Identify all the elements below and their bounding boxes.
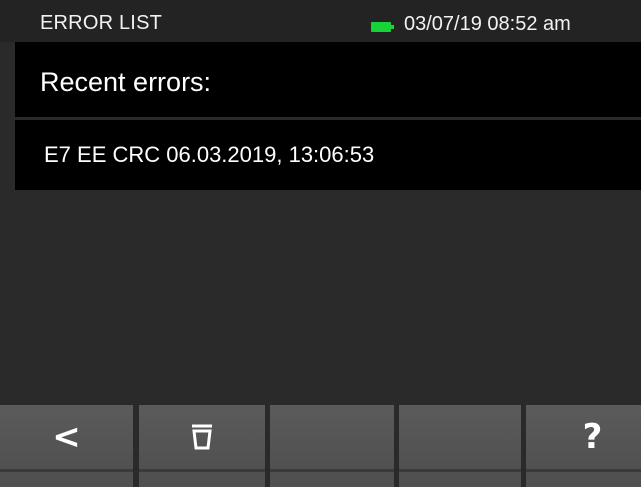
chevron-left-icon: <	[52, 417, 81, 457]
error-text: E7 EE CRC 06.03.2019, 13:06:53	[44, 142, 375, 167]
page-title: Recent errors:	[40, 67, 212, 97]
toolbar: < ?	[0, 405, 641, 487]
status-datetime: 03/07/19 08:52 am	[404, 13, 571, 35]
error-list: E7 EE CRC 06.03.2019, 13:06:53	[15, 120, 641, 190]
battery-full-icon	[371, 22, 395, 32]
toolbar-button-3[interactable]	[270, 405, 394, 487]
status-title: ERROR LIST	[40, 12, 163, 34]
error-list-item[interactable]: E7 EE CRC 06.03.2019, 13:06:53	[15, 120, 641, 190]
back-button[interactable]: <	[0, 405, 133, 487]
status-bar: ERROR LIST 03/07/19 08:52 am	[0, 0, 641, 42]
screen: ERROR LIST 03/07/19 08:52 am Recent erro…	[0, 0, 641, 487]
toolbar-button-4[interactable]	[399, 405, 521, 487]
header-panel: Recent errors:	[15, 42, 641, 117]
help-icon: ?	[582, 417, 603, 457]
trash-icon	[192, 424, 212, 450]
delete-button[interactable]	[139, 405, 265, 487]
help-button[interactable]: ?	[526, 405, 641, 487]
